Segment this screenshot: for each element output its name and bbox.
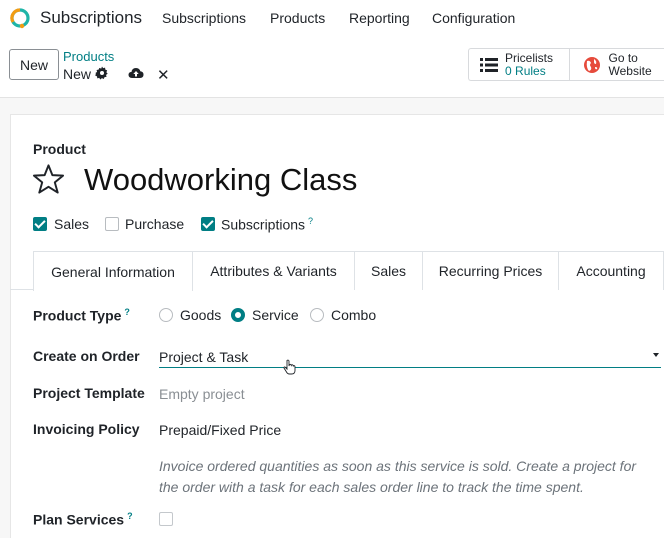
favorite-star-icon[interactable] <box>32 163 65 195</box>
project-template-input[interactable]: Empty project <box>159 386 245 402</box>
go-to-website-smart-button[interactable]: Go to Website <box>570 49 664 80</box>
radio-combo[interactable] <box>310 308 324 322</box>
product-label: Product <box>33 141 86 157</box>
globe-icon <box>584 57 601 73</box>
radio-service[interactable] <box>231 308 245 322</box>
create-on-order-select[interactable]: Project & Task <box>159 349 248 365</box>
radio-goods[interactable] <box>159 308 173 322</box>
website-label-line2: Website <box>608 64 652 78</box>
gear-icon[interactable] <box>95 66 109 80</box>
chevron-down-icon[interactable] <box>653 353 659 357</box>
tab-attributes-variants[interactable]: Attributes & Variants <box>193 251 355 290</box>
invoicing-policy-help-text: Invoice ordered quantities as soon as th… <box>159 456 659 498</box>
nav-products[interactable]: Products <box>270 10 325 26</box>
discard-x-icon[interactable]: ✕ <box>157 66 170 84</box>
combo-label: Combo <box>331 307 377 323</box>
nav-reporting[interactable]: Reporting <box>349 10 410 26</box>
subscriptions-label: Subscriptions <box>221 216 306 233</box>
pricelists-smart-button[interactable]: Pricelists 0 Rules <box>469 49 571 80</box>
pricelists-count: 0 <box>505 64 512 78</box>
create-on-order-label: Create on Order <box>33 348 140 364</box>
save-cloud-icon[interactable] <box>128 66 144 80</box>
smart-buttons: Pricelists 0 Rules Go to Website <box>468 48 664 81</box>
purchase-label: Purchase <box>125 216 185 232</box>
pricelists-unit: Rules <box>515 64 546 78</box>
top-navbar: Subscriptions Subscriptions Products Rep… <box>0 0 664 36</box>
service-label: Service <box>252 307 299 323</box>
tab-sales[interactable]: Sales <box>355 251 423 290</box>
hand-pointer-cursor-icon <box>283 359 296 375</box>
nav-subscriptions[interactable]: Subscriptions <box>162 10 246 26</box>
nav-configuration[interactable]: Configuration <box>432 10 515 26</box>
sales-checkbox[interactable] <box>33 217 47 231</box>
help-line-2: the order with a task for each sales ord… <box>159 479 584 495</box>
invoicing-policy-select[interactable]: Prepaid/Fixed Price <box>159 422 281 438</box>
subscriptions-app-icon[interactable] <box>9 7 31 29</box>
help-line-1: Invoice ordered quantities as soon as th… <box>159 458 637 474</box>
subscriptions-help-icon[interactable]: ? <box>308 216 313 226</box>
goods-label: Goods <box>180 307 222 323</box>
project-template-label: Project Template <box>33 385 145 401</box>
plan-services-label: Plan Services <box>33 511 125 528</box>
tab-recurring-prices[interactable]: Recurring Prices <box>423 251 559 290</box>
sales-label: Sales <box>54 216 90 232</box>
app-name[interactable]: Subscriptions <box>40 8 142 28</box>
breadcrumb-products[interactable]: Products <box>63 49 114 64</box>
plan-services-checkbox[interactable] <box>159 512 173 526</box>
breadcrumb-current: New <box>63 66 92 82</box>
create-on-order-underline <box>159 367 661 368</box>
product-title[interactable]: Woodworking Class <box>84 162 357 198</box>
tab-general-information[interactable]: General Information <box>33 251 193 291</box>
subscriptions-checkbox[interactable] <box>201 217 215 231</box>
product-type-help-icon[interactable]: ? <box>124 307 130 317</box>
purchase-checkbox[interactable] <box>105 217 119 231</box>
new-button[interactable]: New <box>9 49 59 80</box>
tab-accounting[interactable]: Accounting <box>559 251 664 290</box>
list-icon <box>480 58 498 72</box>
invoicing-policy-label: Invoicing Policy <box>33 421 140 437</box>
product-type-label: Product Type <box>33 307 122 324</box>
plan-services-help-icon[interactable]: ? <box>127 511 133 521</box>
